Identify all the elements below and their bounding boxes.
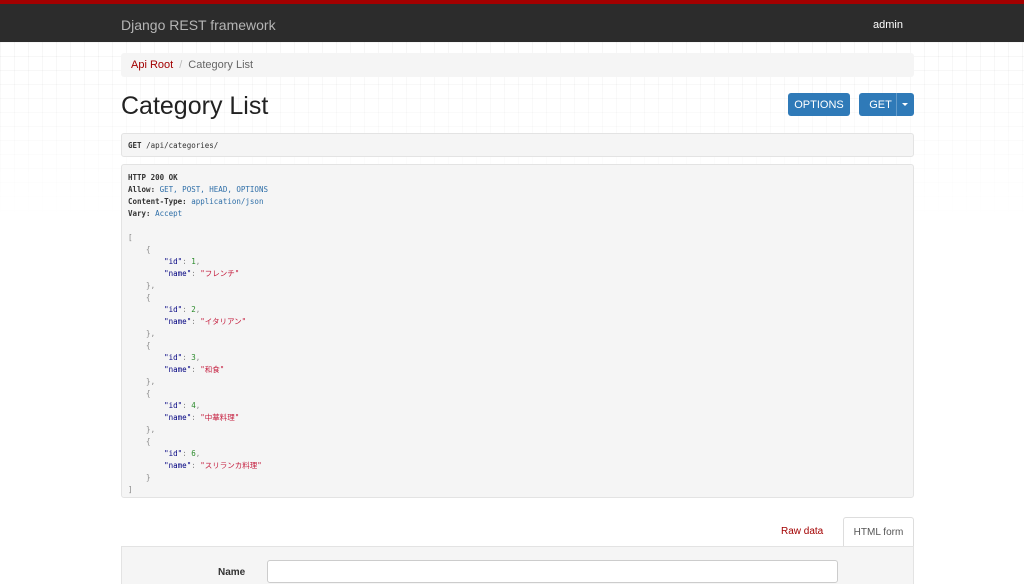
json-line: "id": 2, [164, 305, 201, 314]
json-line: "id": 1, [164, 257, 201, 266]
response-body: [ { "id": 1, "name": "フレンチ" }, { "id": 2… [128, 232, 907, 496]
breadcrumb-api-root[interactable]: Api Root [131, 59, 173, 71]
response-status: HTTP 200 OK [128, 173, 178, 182]
breadcrumb-separator: / [179, 59, 183, 71]
response-header-content-type: Content-Type: application/json [128, 197, 264, 206]
get-button-divider [896, 93, 897, 116]
name-input[interactable] [267, 560, 838, 583]
response-header-allow: Allow: GET, POST, HEAD, OPTIONS [128, 185, 268, 194]
json-line: "id": 3, [164, 353, 201, 362]
get-button-label: GET [869, 98, 892, 111]
page-title: Category List [121, 92, 269, 120]
json-line: "name": "スリランカ料理" [164, 461, 262, 470]
breadcrumb: Api Root / Category List [121, 53, 914, 77]
options-button[interactable]: OPTIONS [788, 93, 850, 116]
tab-html-form[interactable]: HTML form [843, 517, 914, 547]
form-tabs: Raw data HTML form [121, 517, 914, 547]
response-header-vary: Vary: Accept [128, 209, 183, 218]
request-info: GET /api/categories/ [121, 133, 914, 157]
json-line: "name": "中華料理" [164, 413, 240, 422]
request-path: /api/categories/ [146, 141, 219, 150]
response-info: HTTP 200 OK Allow: GET, POST, HEAD, OPTI… [121, 164, 914, 498]
brand-link[interactable]: Django REST framework [121, 17, 276, 33]
name-label: Name [218, 567, 246, 578]
user-menu[interactable]: admin [873, 19, 903, 31]
json-line: "name": "イタリアン" [164, 317, 247, 326]
request-method: GET [128, 141, 142, 150]
json-line: "id": 4, [164, 401, 201, 410]
json-line: "id": 6, [164, 449, 201, 458]
json-line: "name": "和食" [164, 365, 225, 374]
breadcrumb-current: Category List [188, 59, 254, 71]
html-form: Name [121, 546, 914, 584]
caret-down-icon[interactable] [902, 103, 908, 106]
tab-raw-data[interactable]: Raw data [781, 526, 823, 537]
json-line: "name": "フレンチ" [164, 269, 240, 278]
get-button[interactable]: GET [859, 93, 914, 116]
navbar: Django REST framework admin [0, 0, 1024, 42]
